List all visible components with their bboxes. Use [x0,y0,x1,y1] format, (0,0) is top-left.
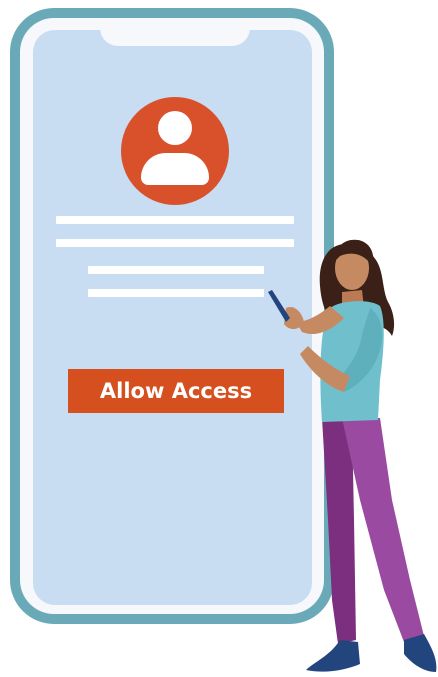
avatar-head [158,111,192,145]
woman-holding-phone-illustration [268,239,437,672]
shoe-left [306,640,360,672]
smartphone-icon [268,290,290,322]
phone-notch [100,24,250,46]
user-avatar-icon [121,97,229,205]
allow-access-button[interactable]: Allow Access [68,369,284,413]
placeholder-text-line [56,216,294,224]
placeholder-text-line [88,266,264,274]
avatar-body [141,153,209,185]
placeholder-text-line [88,289,264,297]
shoe-right [404,634,437,672]
placeholder-text-line [56,239,294,247]
